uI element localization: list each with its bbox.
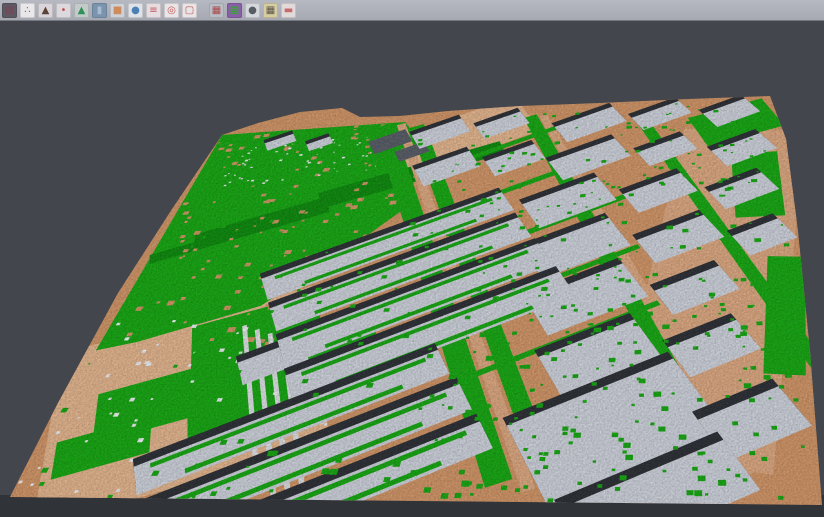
red-bar-icon-glyph: ▬ (284, 3, 293, 18)
clone-cloud-icon[interactable]: ▧ (2, 3, 17, 18)
main-toolbar: ▧ ∴ ▲ • ▲ ▮ ■ ● ≡ ◎ ▢ ▦ ▩ ● ▦ ▬ (0, 0, 824, 21)
point-pick-icon-glyph: • (61, 3, 67, 18)
sphere-icon[interactable]: ● (245, 3, 260, 18)
ortho-square-icon[interactable]: ■ (110, 3, 125, 18)
terrain-icon-glyph: ▲ (78, 3, 86, 18)
sphere-icon-glyph: ● (248, 3, 257, 18)
scatter-points-icon-glyph: ∴ (24, 3, 30, 18)
scatter-points-icon[interactable]: ∴ (20, 3, 35, 18)
point-pick-icon[interactable]: • (56, 3, 71, 18)
mountain-icon[interactable]: ▲ (38, 3, 53, 18)
crop-box-icon-glyph: ▢ (185, 3, 194, 18)
clone-cloud-icon-glyph: ▧ (5, 3, 14, 18)
toolbar-icon-strip: ▧ ∴ ▲ • ▲ ▮ ■ ● ≡ ◎ ▢ ▦ ▩ ● ▦ ▬ (2, 3, 296, 18)
ortho-square-icon-glyph: ■ (113, 3, 122, 18)
colormap-icon-glyph: ▩ (230, 3, 239, 18)
attribute-table-icon[interactable]: ▦ (263, 3, 278, 18)
application-window: ▧ ∴ ▲ • ▲ ▮ ■ ● ≡ ◎ ▢ ▦ ▩ ● ▦ ▬ (0, 0, 824, 517)
window-grid-icon[interactable]: ▦ (209, 3, 224, 18)
globe-icon-glyph: ● (131, 3, 140, 18)
window-grid-icon-glyph: ▦ (212, 3, 221, 18)
panel-icon[interactable]: ▮ (92, 3, 107, 18)
red-bar-icon[interactable]: ▬ (281, 3, 296, 18)
mountain-icon-glyph: ▲ (42, 3, 50, 18)
globe-icon[interactable]: ● (128, 3, 143, 18)
terrain-icon[interactable]: ▲ (74, 3, 89, 18)
panel-icon-glyph: ▮ (97, 3, 103, 18)
list-red-icon[interactable]: ≡ (146, 3, 161, 18)
crop-box-icon[interactable]: ▢ (182, 3, 197, 18)
colormap-icon[interactable]: ▩ (227, 3, 242, 18)
list-red-icon-glyph: ≡ (149, 3, 157, 18)
target-ring-icon[interactable]: ◎ (164, 3, 179, 18)
target-ring-icon-glyph: ◎ (167, 3, 176, 18)
point-cloud-scene[interactable] (0, 21, 824, 517)
viewport-3d[interactable] (0, 21, 824, 517)
attribute-table-icon-glyph: ▦ (266, 3, 275, 18)
